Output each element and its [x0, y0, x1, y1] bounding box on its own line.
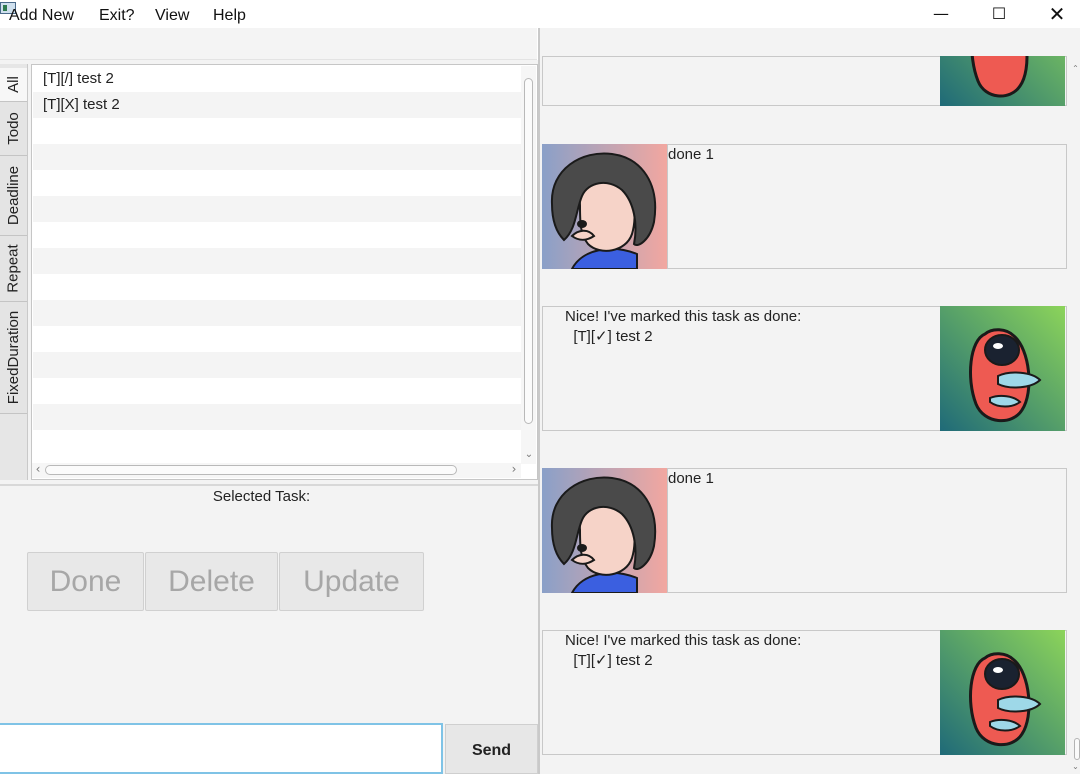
- duke-avatar-image: [940, 630, 1065, 755]
- delete-button[interactable]: Delete: [145, 552, 278, 611]
- task-list-item[interactable]: [T][/] test 2: [33, 66, 521, 92]
- duke-avatar: [940, 56, 1065, 106]
- empty-row: [33, 430, 521, 456]
- vertical-scroll-thumb[interactable]: [524, 78, 533, 424]
- user-avatar-image: [542, 468, 667, 593]
- split-divider[interactable]: [0, 484, 538, 486]
- tab-deadline-label: Deadline: [5, 165, 22, 226]
- scroll-left-arrow-icon[interactable]: ‹: [32, 462, 44, 477]
- maximize-button[interactable]: ☐: [976, 0, 1022, 28]
- empty-row: [33, 326, 521, 352]
- horizontal-scroll-thumb[interactable]: [45, 465, 457, 475]
- menu-add-new[interactable]: Add New: [9, 0, 74, 32]
- duke-message: Nice! I've marked this task as done: [T]…: [565, 632, 802, 669]
- duke-avatar: [940, 306, 1065, 431]
- task-list-item[interactable]: [T][X] test 2: [33, 92, 521, 118]
- empty-row: [33, 222, 521, 248]
- empty-row: [33, 170, 521, 196]
- empty-row: [33, 300, 521, 326]
- menu-exit[interactable]: Exit?: [99, 0, 135, 32]
- scroll-down-arrow-icon[interactable]: ⌄: [522, 448, 536, 462]
- tab-todo[interactable]: Todo: [0, 102, 27, 156]
- empty-row: [33, 378, 521, 404]
- tab-deadline[interactable]: Deadline: [0, 156, 27, 236]
- empty-row: [33, 404, 521, 430]
- duke-message: Nice! I've marked this task as done: [T]…: [565, 308, 802, 345]
- scroll-up-arrow-icon[interactable]: ⌃: [1071, 64, 1080, 74]
- scroll-right-arrow-icon[interactable]: ›: [508, 462, 520, 477]
- duke-avatar-image: [940, 56, 1065, 106]
- tab-fixed-duration[interactable]: FixedDuration: [0, 302, 27, 414]
- dialog-vertical-scrollbar[interactable]: [1070, 60, 1080, 774]
- empty-row: [33, 274, 521, 300]
- tab-all-label: All: [4, 76, 22, 93]
- update-button[interactable]: Update: [279, 552, 424, 611]
- done-button[interactable]: Done: [27, 552, 144, 611]
- tab-fixed-duration-label: FixedDuration: [5, 310, 23, 405]
- tab-repeat[interactable]: Repeat: [0, 236, 27, 302]
- command-input[interactable]: [0, 723, 443, 774]
- duke-avatar: [940, 630, 1065, 755]
- user-message: done 1: [668, 146, 714, 163]
- send-button[interactable]: Send: [445, 724, 538, 774]
- user-avatar: [542, 468, 667, 593]
- user-avatar-image: [542, 144, 667, 269]
- empty-row: [33, 118, 521, 144]
- selected-task-label: Selected Task:: [212, 488, 311, 505]
- empty-row: [33, 352, 521, 378]
- task-list[interactable]: [T][/] test 2 [T][X] test 2: [31, 64, 538, 480]
- user-dialog-box: [667, 468, 1067, 593]
- scroll-down-arrow-icon[interactable]: ⌄: [1071, 762, 1080, 772]
- tab-all[interactable]: All: [0, 68, 27, 102]
- user-avatar: [542, 144, 667, 269]
- empty-row: [33, 144, 521, 170]
- dialog-scroll-thumb[interactable]: [1074, 738, 1080, 760]
- task-type-tabs: All Todo Deadline Repeat FixedDuration: [0, 64, 28, 480]
- tab-repeat-label: Repeat: [5, 244, 22, 293]
- user-dialog-box: [667, 144, 1067, 269]
- menu-bar: [0, 28, 537, 60]
- empty-row: [33, 196, 521, 222]
- menu-view[interactable]: View: [155, 0, 189, 32]
- menu-help[interactable]: Help: [213, 0, 246, 32]
- duke-avatar-image: [940, 306, 1065, 431]
- dialog-panel[interactable]: done 1 Nice! I've marked this task as do…: [538, 28, 1080, 774]
- minimize-button[interactable]: —: [918, 0, 964, 28]
- tab-todo-label: Todo: [5, 112, 22, 145]
- empty-row: [33, 248, 521, 274]
- close-button[interactable]: ✕: [1034, 0, 1080, 28]
- user-message: done 1: [668, 470, 714, 487]
